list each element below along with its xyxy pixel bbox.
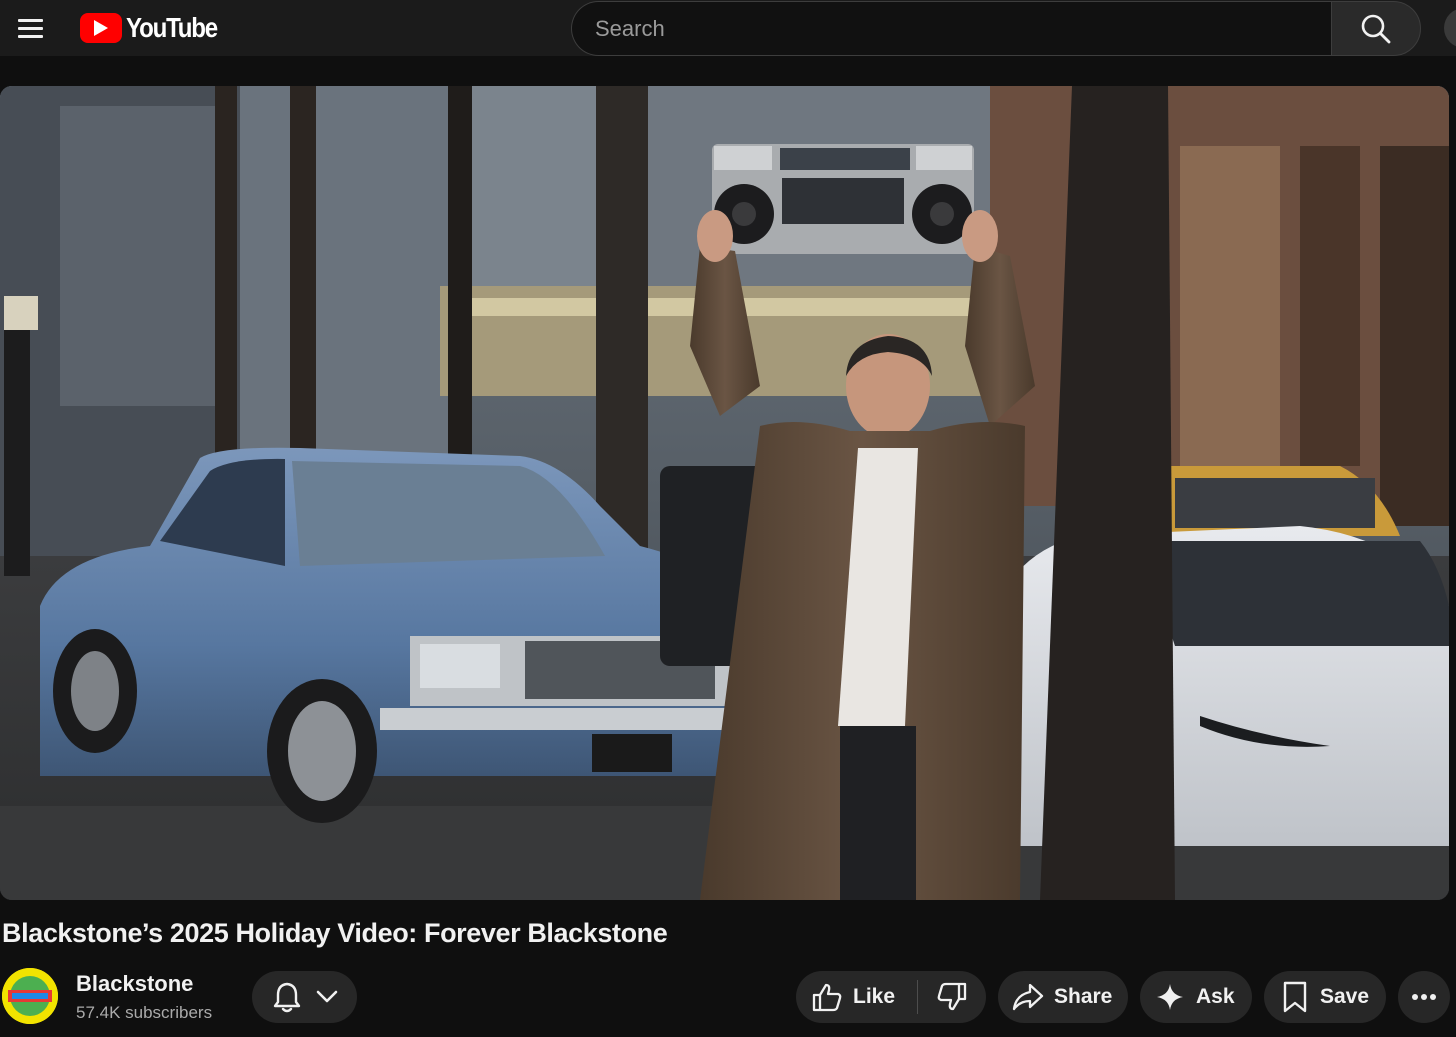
channel-avatar[interactable] — [2, 968, 58, 1024]
search-button[interactable] — [1331, 1, 1421, 56]
masthead: YouTube — [0, 0, 1456, 56]
sparkle-icon — [1157, 984, 1183, 1010]
notifications-button[interactable] — [252, 971, 357, 1023]
video-title: Blackstone’s 2025 Holiday Video: Forever… — [2, 918, 668, 948]
share-label: Share — [1054, 985, 1113, 1008]
dislike-button[interactable] — [918, 971, 986, 1023]
subscriber-count: 57.4K subscribers — [76, 1003, 213, 1022]
share-arrow-icon — [1012, 983, 1044, 1011]
bell-icon — [273, 982, 300, 1013]
youtube-logo[interactable]: YouTube — [80, 12, 232, 44]
channel-avatar-image — [2, 968, 58, 1024]
youtube-play-icon — [80, 13, 122, 43]
video-frame — [0, 86, 1449, 900]
thumbs-up-icon — [812, 983, 842, 1012]
search-input[interactable] — [572, 2, 1331, 55]
save-button[interactable]: Save — [1264, 971, 1386, 1023]
more-actions-button[interactable] — [1398, 971, 1450, 1023]
chevron-down-icon — [316, 990, 337, 1003]
like-button[interactable]: Like — [796, 971, 895, 1023]
menu-icon[interactable] — [10, 8, 50, 48]
search-icon — [1361, 14, 1391, 43]
account-avatar[interactable] — [1444, 8, 1456, 48]
channel-name[interactable]: Blackstone — [76, 971, 193, 997]
thumbs-down-icon — [937, 982, 967, 1011]
like-label: Like — [853, 985, 896, 1008]
bookmark-icon — [1283, 981, 1307, 1013]
search-box — [571, 1, 1331, 56]
save-label: Save — [1320, 985, 1370, 1008]
ask-button[interactable]: Ask — [1140, 971, 1252, 1023]
ask-label: Ask — [1196, 985, 1235, 1008]
more-horizontal-icon — [1412, 994, 1436, 1000]
video-player[interactable] — [0, 86, 1449, 900]
like-dislike-group: Like — [796, 971, 986, 1023]
logo-text: YouTube — [126, 12, 218, 43]
share-button[interactable]: Share — [998, 971, 1128, 1023]
